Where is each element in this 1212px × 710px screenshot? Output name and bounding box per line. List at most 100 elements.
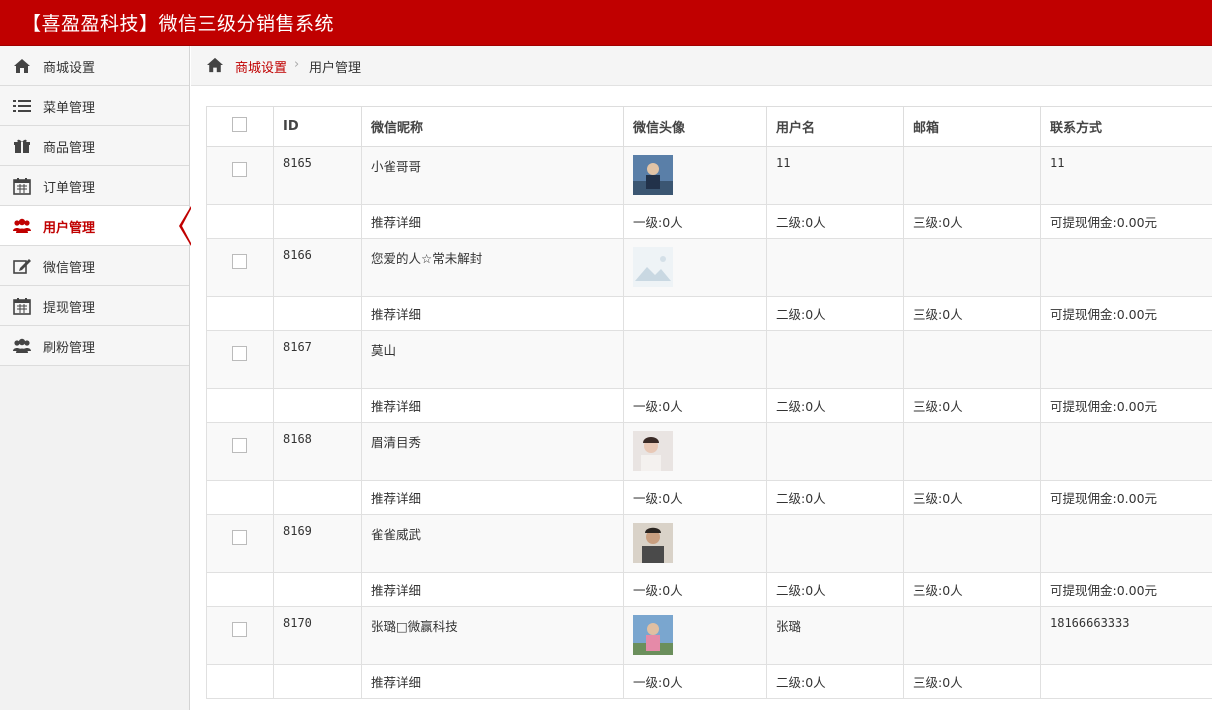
referral-detail-link[interactable]: 推荐详细 bbox=[361, 296, 624, 331]
table-row[interactable]: 8168 眉清目秀 bbox=[206, 422, 1212, 481]
level3-count: 三级:0人 bbox=[903, 480, 1041, 515]
sidebar-item-users[interactable]: 用户管理 bbox=[0, 206, 191, 246]
email bbox=[903, 422, 1041, 481]
email bbox=[903, 330, 1041, 389]
user-id: 8170 bbox=[273, 606, 362, 665]
avatar bbox=[633, 615, 673, 655]
commission bbox=[1040, 664, 1212, 699]
level3-count: 三级:0人 bbox=[903, 388, 1041, 423]
row-checkbox[interactable] bbox=[232, 162, 247, 177]
level2-count: 二级:0人 bbox=[766, 664, 904, 699]
level3-count: 三级:0人 bbox=[903, 664, 1041, 699]
user-id: 8169 bbox=[273, 514, 362, 573]
user-table: ID 微信昵称 微信头像 用户名 邮箱 联系方式 8165 小雀哥哥 11 11… bbox=[206, 106, 1212, 699]
wechat-nickname: 您爱的人☆常未解封 bbox=[361, 238, 624, 297]
user-id: 8165 bbox=[273, 146, 362, 205]
contact: 18166663333 bbox=[1040, 606, 1212, 665]
wechat-nickname: 雀雀威武 bbox=[361, 514, 624, 573]
level1-count: 一级:0人 bbox=[623, 388, 767, 423]
user-id: 8167 bbox=[273, 330, 362, 389]
calendar-icon bbox=[13, 178, 31, 195]
main-content: 商城设置 › 用户管理 ID 微信昵称 微信头像 用户名 邮箱 联系方式 816… bbox=[191, 46, 1212, 710]
breadcrumb-current: 用户管理 bbox=[309, 61, 362, 76]
table-row[interactable]: 8169 雀雀威武 bbox=[206, 514, 1212, 573]
table-header: ID 微信昵称 微信头像 用户名 邮箱 联系方式 bbox=[206, 106, 1212, 147]
sidebar-item-label: 用户管理 bbox=[43, 221, 96, 236]
sidebar-item-label: 菜单管理 bbox=[43, 101, 96, 116]
username: 11 bbox=[766, 146, 904, 205]
table-row[interactable]: 8170 张璐□微赢科技 张璐 18166663333 bbox=[206, 606, 1212, 665]
level2-count: 二级:0人 bbox=[766, 388, 904, 423]
edit-icon bbox=[13, 259, 31, 274]
level1-count bbox=[623, 296, 767, 331]
contact bbox=[1040, 422, 1212, 481]
wechat-nickname: 眉清目秀 bbox=[361, 422, 624, 481]
app-title: 【喜盈盈科技】微信三级分销售系统 bbox=[22, 13, 335, 35]
email bbox=[903, 606, 1041, 665]
sidebar-item-products[interactable]: 商品管理 bbox=[0, 126, 189, 166]
home-icon[interactable] bbox=[206, 57, 224, 73]
select-all-checkbox[interactable] bbox=[232, 117, 247, 132]
column-header[interactable]: 邮箱 bbox=[903, 106, 1041, 147]
image-placeholder-icon bbox=[633, 247, 673, 287]
row-checkbox[interactable] bbox=[232, 530, 247, 545]
row-checkbox[interactable] bbox=[232, 622, 247, 637]
column-header[interactable]: ID bbox=[273, 106, 362, 147]
user-id: 8166 bbox=[273, 238, 362, 297]
commission: 可提现佣金:0.00元 bbox=[1040, 388, 1212, 423]
wechat-nickname: 莫山 bbox=[361, 330, 624, 389]
contact bbox=[1040, 330, 1212, 389]
sidebar-item-label: 提现管理 bbox=[43, 301, 96, 316]
list-icon bbox=[13, 100, 31, 112]
sidebar-item-label: 订单管理 bbox=[43, 181, 96, 196]
user-id: 8168 bbox=[273, 422, 362, 481]
column-header[interactable]: 用户名 bbox=[766, 106, 904, 147]
commission: 可提现佣金:0.00元 bbox=[1040, 296, 1212, 331]
commission: 可提现佣金:0.00元 bbox=[1040, 480, 1212, 515]
column-header[interactable]: 联系方式 bbox=[1040, 106, 1212, 147]
row-checkbox[interactable] bbox=[232, 438, 247, 453]
level2-count: 二级:0人 bbox=[766, 572, 904, 607]
sidebar-item-mall-settings[interactable]: 商城设置 bbox=[0, 46, 189, 86]
contact bbox=[1040, 238, 1212, 297]
breadcrumb-separator: › bbox=[294, 57, 300, 72]
referral-detail-link[interactable]: 推荐详细 bbox=[361, 388, 624, 423]
table-row[interactable]: 8165 小雀哥哥 11 11 bbox=[206, 146, 1212, 205]
table-row[interactable]: 8166 您爱的人☆常未解封 bbox=[206, 238, 1212, 297]
table-row[interactable]: 8167 莫山 bbox=[206, 330, 1212, 389]
column-header[interactable]: 微信头像 bbox=[623, 106, 767, 147]
row-checkbox[interactable] bbox=[232, 346, 247, 361]
sidebar-item-label: 刷粉管理 bbox=[43, 341, 96, 356]
sidebar-item-wechat[interactable]: 微信管理 bbox=[0, 246, 189, 286]
row-checkbox[interactable] bbox=[232, 254, 247, 269]
referral-row: 推荐详细 一级:0人 二级:0人 三级:0人 可提现佣金:0.00元 bbox=[206, 572, 1212, 607]
column-header[interactable]: 微信昵称 bbox=[361, 106, 624, 147]
level2-count: 二级:0人 bbox=[766, 296, 904, 331]
email bbox=[903, 238, 1041, 297]
referral-row: 推荐详细 一级:0人 二级:0人 三级:0人 可提现佣金:0.00元 bbox=[206, 388, 1212, 423]
level3-count: 三级:0人 bbox=[903, 296, 1041, 331]
sidebar-item-orders[interactable]: 订单管理 bbox=[0, 166, 189, 206]
gift-icon bbox=[14, 139, 30, 153]
sidebar-item-fans[interactable]: 刷粉管理 bbox=[0, 326, 189, 366]
referral-detail-link[interactable]: 推荐详细 bbox=[361, 480, 624, 515]
commission: 可提现佣金:0.00元 bbox=[1040, 572, 1212, 607]
wechat-nickname: 小雀哥哥 bbox=[361, 146, 624, 205]
referral-detail-link[interactable]: 推荐详细 bbox=[361, 664, 624, 699]
referral-detail-link[interactable]: 推荐详细 bbox=[361, 572, 624, 607]
contact bbox=[1040, 514, 1212, 573]
level3-count: 三级:0人 bbox=[903, 572, 1041, 607]
sidebar-item-menu[interactable]: 菜单管理 bbox=[0, 86, 189, 126]
referral-row: 推荐详细 一级:0人 二级:0人 三级:0人 可提现佣金:0.00元 bbox=[206, 480, 1212, 515]
home-icon bbox=[14, 59, 30, 73]
sidebar-item-withdraw[interactable]: 提现管理 bbox=[0, 286, 189, 326]
level2-count: 二级:0人 bbox=[766, 480, 904, 515]
username bbox=[766, 422, 904, 481]
level1-count: 一级:0人 bbox=[623, 480, 767, 515]
referral-detail-link[interactable]: 推荐详细 bbox=[361, 204, 624, 239]
active-indicator-inner bbox=[182, 209, 191, 243]
commission: 可提现佣金:0.00元 bbox=[1040, 204, 1212, 239]
username bbox=[766, 330, 904, 389]
email bbox=[903, 146, 1041, 205]
breadcrumb-link[interactable]: 商城设置 bbox=[235, 57, 287, 76]
